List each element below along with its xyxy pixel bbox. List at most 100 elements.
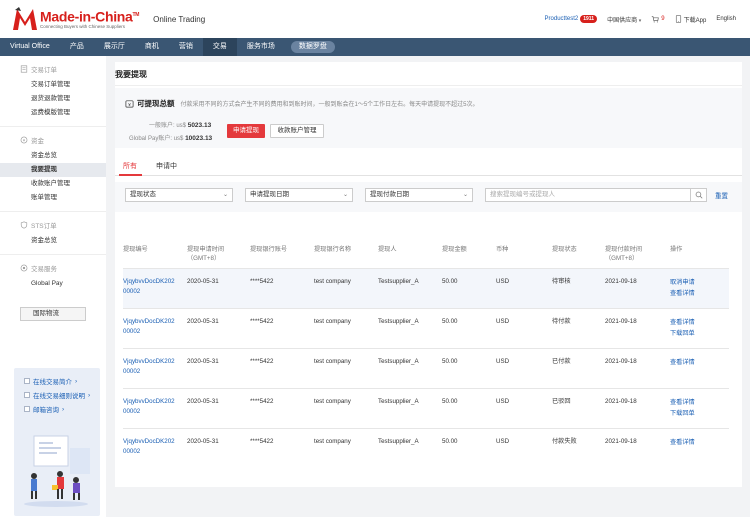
filter-bar: 提现状态 ⌄ 申请提现日期 ⌄ 提现付款日期 ⌄ 搜索提现编号或提现人 重置 [115, 182, 742, 212]
bank-cell: test company [314, 267, 378, 308]
col-header: 提现银行名称 [314, 246, 352, 253]
user-menu[interactable]: Producttest2 1911 [545, 15, 598, 23]
sidebar-item-order-management[interactable]: 交易订单管理 [0, 78, 106, 92]
sidebar-item-freight-template[interactable]: 运费模版管理 [0, 106, 106, 120]
withdraw-summary: ¥ 可提现总额 付款采用不同的方式会产生不同的费用和到账时间，一般到账会在1～5… [115, 88, 742, 148]
international-logistics-button[interactable]: 国际物流 [20, 307, 86, 321]
wallet-icon: ¥ [125, 100, 134, 108]
account-cell: ****5422 [250, 307, 314, 348]
person-cell: Testsupplier_A [378, 267, 442, 308]
page-title: 我要提现 [115, 70, 147, 79]
person-cell: Testsupplier_A [378, 307, 442, 348]
bullet-icon [24, 378, 30, 384]
amount-cell: 50.00 [442, 307, 496, 348]
currency-cell: USD [496, 267, 552, 308]
promo-link-email[interactable]: 邮箱咨询 › [14, 402, 100, 416]
promo-link-intro[interactable]: 在线交易简介 › [14, 374, 100, 388]
status-select-value: 提现状态 [130, 191, 156, 198]
logo-tm: TM [132, 12, 140, 19]
pay-time-cell: 2021-09-18 [605, 347, 670, 388]
col-header: 提现付款时间 （GMT+8） [605, 246, 643, 262]
reset-link[interactable]: 重置 [715, 190, 728, 200]
tab-all[interactable]: 所有 [123, 161, 137, 171]
apply-date-select-value: 申请提现日期 [250, 191, 289, 198]
nav-business-leads[interactable]: 商机 [135, 38, 169, 56]
nav-trade[interactable]: 交易 [202, 38, 237, 56]
sidebar-item-receiving-accounts[interactable]: 收款账户管理 [0, 177, 106, 191]
withdraw-id-part: VjqybvvDocDK202 [123, 437, 175, 445]
status-select[interactable]: 提现状态 ⌄ [125, 188, 233, 202]
status-cell: 付款失败 [552, 427, 605, 468]
nav-products[interactable]: 产品 [60, 38, 94, 56]
view-details-link[interactable]: 查看详情 [670, 288, 729, 299]
sidebar-item-sts-funds-overview[interactable]: 资金总览 [0, 234, 106, 248]
title-bar: 我要提现 [115, 62, 742, 86]
download-receipt-link[interactable]: 下载回单 [670, 408, 729, 419]
cancel-application-link[interactable]: 取消申请 [670, 277, 729, 288]
view-details-link[interactable]: 查看详情 [670, 357, 729, 368]
person-cell: Testsupplier_A [378, 427, 442, 468]
chevron-down-icon: ⌄ [342, 192, 348, 198]
amount-cell: 50.00 [442, 267, 496, 308]
withdraw-id-link[interactable]: VjqybvvDocDK202 00002 [123, 267, 187, 308]
chevron-right-icon: › [88, 391, 91, 399]
summary-title: 可提现总额 [137, 99, 175, 108]
col-header: 提现人 [378, 246, 397, 253]
withdraw-id-link[interactable]: VjqybvvDocDK202 00002 [123, 387, 187, 428]
apply-time-cell: 2020-05-31 [187, 387, 250, 428]
col-header: 提现编号 [123, 246, 148, 253]
language-switch[interactable]: English [716, 16, 736, 22]
supplier-menu[interactable]: 中国供应商 ▾ [607, 15, 641, 24]
withdraw-id-link[interactable]: VjqybvvDocDK202 00002 [123, 347, 187, 388]
active-tab-indicator [119, 174, 142, 176]
nav-service-market[interactable]: 服务市场 [237, 38, 285, 56]
currency-cell: USD [496, 387, 552, 428]
sidebar-group-title: STS订单 [31, 223, 57, 230]
manage-accounts-button[interactable]: 收款账户管理 [270, 124, 324, 138]
col-header: 提现金额 [442, 246, 467, 253]
cart-button[interactable]: 9 [651, 15, 665, 23]
supplier-label: 中国供应商 [607, 17, 638, 24]
nav-data-compass[interactable]: 数据罗盘 [290, 41, 335, 53]
logo[interactable]: Made-in-ChinaTM Connecting Buyers with C… [12, 0, 139, 38]
apply-date-select[interactable]: 申请提现日期 ⌄ [245, 188, 353, 202]
download-app-link[interactable]: 下载App [675, 15, 706, 24]
view-details-link[interactable]: 查看详情 [670, 317, 729, 328]
user-name: Producttest2 [544, 16, 579, 22]
withdraw-id-link[interactable]: VjqybvvDocDK202 00002 [123, 307, 187, 348]
table-row: VjqybvvDocDK202 00002 2020-05-31 ****5422… [123, 387, 729, 428]
chevron-right-icon: › [62, 405, 65, 413]
sidebar-item-refund-management[interactable]: 退货退款管理 [0, 92, 106, 106]
download-receipt-link[interactable]: 下载回单 [670, 328, 729, 339]
col-header: 提现申请时间 （GMT+8） [187, 246, 225, 262]
view-details-link[interactable]: 查看详情 [670, 397, 729, 408]
search-button[interactable] [690, 188, 706, 202]
account-cell: ****5422 [250, 267, 314, 308]
withdraw-id-link[interactable]: VjqybvvDocDK202 00002 [123, 427, 187, 468]
tab-applying[interactable]: 申请中 [156, 161, 177, 171]
nav-marketing[interactable]: 营销 [169, 38, 203, 56]
promo-link-rules[interactable]: 在线交易细则说明 › [14, 388, 100, 402]
bank-cell: test company [314, 307, 378, 348]
bank-cell: test company [314, 387, 378, 428]
pay-time-cell: 2021-09-18 [605, 427, 670, 468]
promo-link-label: 在线交易细则说明 [33, 393, 85, 400]
search-input[interactable]: 搜索提现编号或提现人 [485, 188, 707, 202]
pay-date-select-value: 提现付款日期 [370, 191, 409, 198]
nav-showroom[interactable]: 展示厅 [94, 38, 135, 56]
withdraw-id-part: VjqybvvDocDK202 [123, 357, 175, 365]
apply-time-cell: 2020-05-31 [187, 267, 250, 308]
view-details-link[interactable]: 查看详情 [670, 437, 729, 448]
pay-date-select[interactable]: 提现付款日期 ⌄ [365, 188, 473, 202]
account-cell: ****5422 [250, 387, 314, 428]
sidebar-item-global-pay[interactable]: Global Pay [0, 277, 106, 291]
sidebar-item-bills[interactable]: 账单管理 [0, 191, 106, 205]
sidebar-item-funds-overview[interactable]: 资金总览 [0, 149, 106, 163]
account-cell: ****5422 [250, 427, 314, 468]
nav-virtual-office[interactable]: Virtual Office [0, 38, 60, 56]
apply-withdraw-button[interactable]: 申请提现 [227, 124, 265, 138]
general-account-currency: us$ [176, 123, 187, 129]
sidebar-item-withdraw[interactable]: 我要提现 [0, 163, 106, 177]
general-account-amount: 5023.13 [187, 122, 212, 129]
withdraw-table: 提现编号 提现申请时间 （GMT+8） 提现银行账号 提现银行名称 提现人 提现… [123, 236, 729, 468]
